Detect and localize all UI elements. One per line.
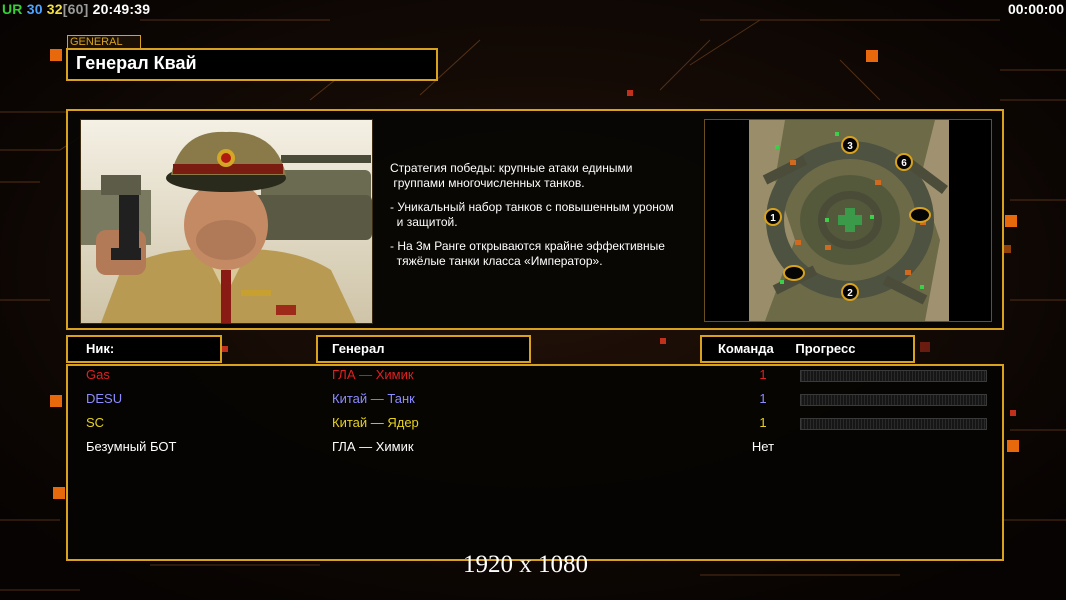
fps-value-b: 32 bbox=[46, 1, 63, 17]
player-nick: DESU bbox=[86, 391, 123, 406]
players-table: Gas ГЛА — Химик 1 DESU Китай — Танк 1 SC… bbox=[66, 364, 1004, 561]
header-general-label: Генерал bbox=[332, 341, 385, 356]
strategy-description: Стратегия победы: крупные атаки едиными … bbox=[390, 161, 700, 278]
player-team: 1 bbox=[759, 367, 767, 382]
system-clock: 20:49:39 bbox=[92, 1, 151, 17]
player-general: ГЛА — Химик bbox=[332, 367, 414, 382]
player-nick: Gas bbox=[86, 367, 110, 382]
header-team-label: Команда bbox=[718, 341, 774, 356]
progress-bar bbox=[800, 370, 987, 382]
header-team-progress: Команда Прогресс bbox=[700, 335, 915, 363]
resolution-label: 1920 x 1080 bbox=[463, 551, 588, 578]
player-general: Китай — Ядер bbox=[332, 415, 419, 430]
general-tag: GENERAL bbox=[67, 35, 141, 49]
map-marker-label: 6 bbox=[901, 158, 907, 169]
player-team: 1 bbox=[759, 415, 767, 430]
header-nick: Ник: bbox=[66, 335, 222, 363]
strategy-line: - На 3м Ранге открываются крайне эффекти… bbox=[390, 239, 665, 268]
strategy-line: - Уникальный набор танков с повышенным у… bbox=[390, 200, 674, 229]
player-row: Безумный БОТ ГЛА — Химик Нет bbox=[68, 439, 1002, 461]
player-team: Нет bbox=[751, 439, 775, 454]
ur-label: UR bbox=[2, 1, 23, 17]
header-general: Генерал bbox=[316, 335, 531, 363]
fps-counter: UR 30 32[60] 20:49:39 bbox=[2, 1, 150, 17]
player-row: Gas ГЛА — Химик 1 bbox=[68, 367, 1002, 389]
fps-cap: [60] bbox=[62, 1, 89, 17]
general-name: Генерал Квай bbox=[76, 53, 197, 73]
map-marker-label: 3 bbox=[847, 141, 853, 152]
player-row: SC Китай — Ядер 1 bbox=[68, 415, 1002, 437]
map-preview: 1 2 3 6 bbox=[704, 119, 992, 322]
general-info-panel: Стратегия победы: крупные атаки едиными … bbox=[66, 109, 1004, 330]
header-progress-label: Прогресс bbox=[795, 341, 856, 356]
progress-bar bbox=[800, 418, 987, 430]
player-team: 1 bbox=[759, 391, 767, 406]
map-marker-label: 2 bbox=[847, 288, 853, 299]
game-timer: 00:00:00 bbox=[1007, 1, 1064, 17]
player-row: DESU Китай — Танк 1 bbox=[68, 391, 1002, 413]
player-general: Китай — Танк bbox=[332, 391, 415, 406]
player-nick: SC bbox=[86, 415, 105, 430]
player-general: ГЛА — Химик bbox=[332, 439, 414, 454]
general-portrait bbox=[80, 119, 373, 324]
map-marker-label: 1 bbox=[770, 213, 776, 224]
player-nick: Безумный БОТ bbox=[86, 439, 177, 454]
header-nick-label: Ник: bbox=[86, 341, 115, 356]
strategy-line: Стратегия победы: крупные атаки едиными … bbox=[390, 161, 633, 190]
general-title-box: Генерал Квай bbox=[66, 48, 438, 81]
fps-value-a: 30 bbox=[26, 1, 43, 17]
progress-bar bbox=[800, 394, 987, 406]
